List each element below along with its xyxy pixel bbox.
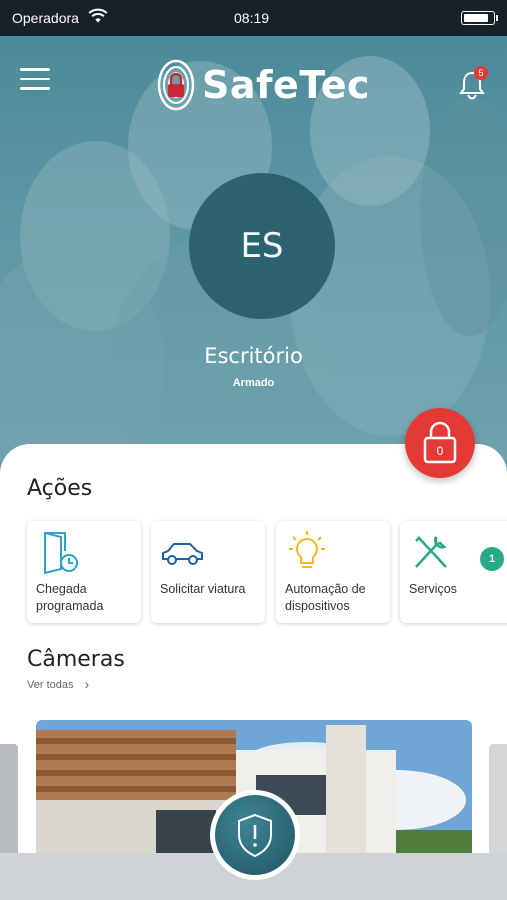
action-label: Automação de dispositivos [285,582,366,613]
camera-thumbnail-next[interactable] [489,744,507,860]
tools-icon [415,536,447,568]
notification-badge: 5 [474,66,488,80]
action-label: Solicitar viatura [160,582,246,596]
action-card-request-vehicle[interactable]: Solicitar viatura [151,521,265,623]
cameras-title: Câmeras [27,647,125,672]
lock-button[interactable]: 0 [405,408,475,478]
action-label: Chegada programada [36,582,104,613]
camera-thumbnail-prev[interactable] [0,744,18,860]
menu-button[interactable] [20,68,50,90]
clock: 08:19 [234,10,270,26]
action-card-device-automation[interactable]: Automação de dispositivos [276,521,390,623]
alarm-status: Armado [232,377,275,389]
lock-count: 0 [436,444,444,458]
logo-wordmark: SafeTec [202,63,370,107]
shield-alert-icon [238,813,272,858]
battery-icon [461,11,498,25]
location-avatar[interactable]: ES [189,173,335,319]
location-name: Escritório [204,344,303,368]
status-bar: Operadora 08:19 [0,0,507,36]
carrier-name: Operadora [12,10,79,26]
action-card-services[interactable]: Serviços 1 [400,521,507,623]
car-icon [162,543,203,565]
safetec-logo: SafeTec [156,58,370,112]
notifications-button[interactable]: 5 [458,66,488,100]
see-all-cameras-link[interactable]: Ver todas › [27,676,89,692]
see-all-label: Ver todas [27,679,74,691]
lightbulb-icon [289,531,325,568]
padlock-icon [423,421,457,464]
fingerprint-lock-icon [157,59,195,111]
actions-title: Ações [27,476,93,501]
action-label: Serviços [409,582,457,596]
action-card-scheduled-arrival[interactable]: Chegada programada [27,521,141,623]
door-clock-icon [44,531,78,575]
security-shield-button[interactable] [210,790,300,880]
chevron-right-icon: › [84,676,90,692]
services-badge: 1 [480,547,504,571]
wifi-icon [88,8,108,27]
